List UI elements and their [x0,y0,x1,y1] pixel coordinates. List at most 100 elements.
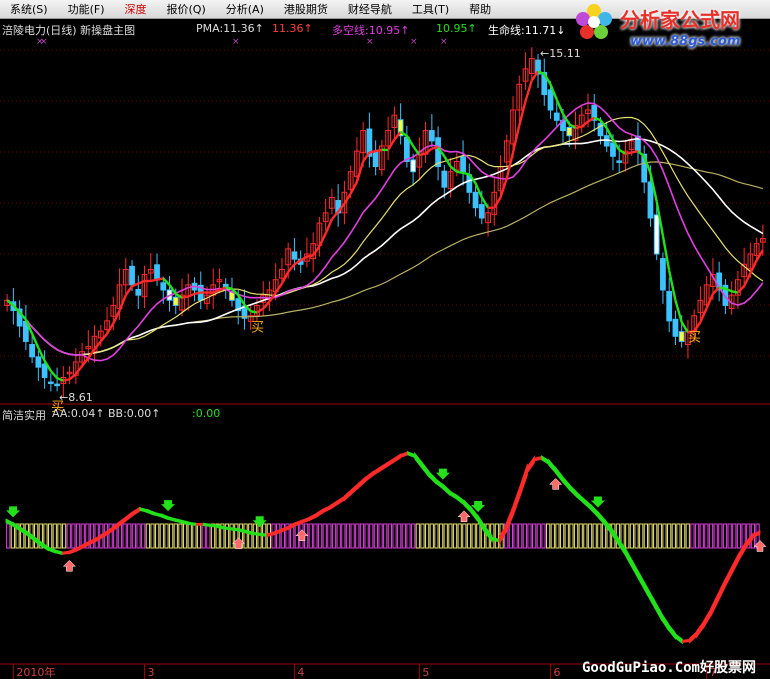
oscillator-band-bar [680,523,686,549]
oscillator-band-bar [429,523,434,549]
oscillator-band-bar [415,523,420,549]
candle-body [41,363,48,378]
buy-signal-label: 买 [251,320,264,335]
legend-cross-mark: × [410,37,418,47]
oscillator-ribbon-segment [153,511,162,518]
sell-arrow-icon [6,506,21,518]
pma-segment [49,370,58,379]
oscillator-band-bar [694,523,700,549]
oscillator-ribbon-segment [61,550,70,555]
oscillator-ribbon-segment [724,566,733,588]
oscillator-ribbon-segment [315,508,324,519]
oscillator-band-bar [434,523,439,549]
pma-segment [431,146,439,150]
oscillator-band-bar [643,523,648,549]
oscillator-band-bar [6,523,11,549]
oscillator-band-bar [345,523,351,549]
oscillator-band-bar [210,523,216,549]
buy-arrow-icon [295,529,309,541]
oscillator-band-bar [639,523,644,549]
oscillator-ribbon-segment [231,527,239,532]
stock-chart[interactable]: ←8.61←15.11买买买2010年 3 4 5 6 7×× × × × × [0,0,770,679]
oscillator-ribbon-segment [548,458,557,475]
menu-item-7[interactable]: 工具(T) [402,1,459,17]
pma-segment [424,147,433,155]
oscillator-ribbon-segment [414,451,423,470]
pma-segment [330,210,340,221]
candle-body [54,383,60,387]
oscillator-ribbon-segment [308,512,317,522]
oscillator-band-bar [243,523,248,549]
pma-segment [250,310,258,314]
oscillator-band-bar [373,523,379,549]
pma-segment [419,152,426,157]
oscillator-band-bar [736,523,742,549]
oscillator-band-bar [513,523,518,549]
menu-item-0[interactable]: 系统(S) [0,1,58,17]
oscillator-band-bar [66,523,71,549]
pma-segment [680,321,689,334]
oscillator-band-bar [587,523,593,549]
menu-item-3[interactable]: 报价(Q) [157,1,216,17]
oscillator-band-bar [573,523,579,549]
logo-url: www.88gs.com [630,34,741,49]
oscillator-ribbon-segment [653,598,662,622]
menu-item-2[interactable]: 深度 [115,1,157,17]
legend-duokong-value: 10.95↑ [436,22,477,35]
oscillator-band-bar [671,523,676,549]
menu-item-5[interactable]: 港股期货 [274,1,338,17]
pma-segment [524,80,533,102]
oscillator-band-bar [629,523,635,549]
pma-segment [575,125,582,130]
oscillator-ribbon-segment [125,510,134,523]
oscillator-band-bar [94,523,99,549]
oscillator-ribbon-segment [449,490,458,501]
candle-body [410,159,416,173]
pma-segment [300,255,308,262]
oscillator-band-bar [718,523,723,549]
pma-segment [637,150,645,158]
sub-legend-bb: BB:0.00↑ [108,407,161,420]
pma-segment [156,277,164,281]
oscillator-ribbon-segment [209,523,218,528]
oscillator-band-bar [494,523,500,549]
oscillator-ribbon-segment [527,455,535,474]
oscillator-band-bar [10,523,16,549]
oscillator-band-bar [722,523,728,549]
oscillator-band-bar [564,523,569,549]
pma-segment [318,232,327,247]
oscillator-band-bar [522,523,527,549]
pma-segment [743,272,752,287]
menu-item-4[interactable]: 分析(A) [216,1,274,17]
oscillator-band-bar [592,523,597,549]
oscillator-ribbon-segment [146,508,155,516]
menu-item-6[interactable]: 财经导航 [338,1,402,17]
menu-item-1[interactable]: 功能(F) [58,1,115,17]
oscillator-band-bar [178,523,183,549]
oscillator-band-bar [727,523,732,549]
oscillator-band-bar [355,523,360,549]
candle-body [660,258,666,291]
legend-pma-value: 11.36↑ [272,22,313,35]
oscillator-ribbon-segment [456,494,465,506]
oscillator-band-bar [401,523,406,549]
oscillator-ribbon-segment [696,619,705,639]
oscillator-ribbon-segment [118,515,127,528]
oscillator-ribbon-segment [386,457,394,468]
oscillator-band-bar [657,523,662,549]
oscillator-band-bar [276,523,281,549]
pma-segment [93,340,102,350]
oscillator-ribbon-segment [174,517,183,524]
oscillator-band-bar [462,523,467,549]
pma-segment [737,285,746,294]
pma-segment [625,151,632,155]
buy-arrow-icon [549,478,563,490]
oscillator-band-bar [164,523,169,549]
oscillator-ribbon-segment [569,483,578,499]
oscillator-band-bar [559,523,565,549]
menu-item-8[interactable]: 帮助 [459,1,501,17]
oscillator-ribbon-segment [667,622,676,641]
oscillator-band-bar [466,523,472,549]
oscillator-band-bar [359,523,365,549]
oscillator-band-bar [271,523,276,549]
